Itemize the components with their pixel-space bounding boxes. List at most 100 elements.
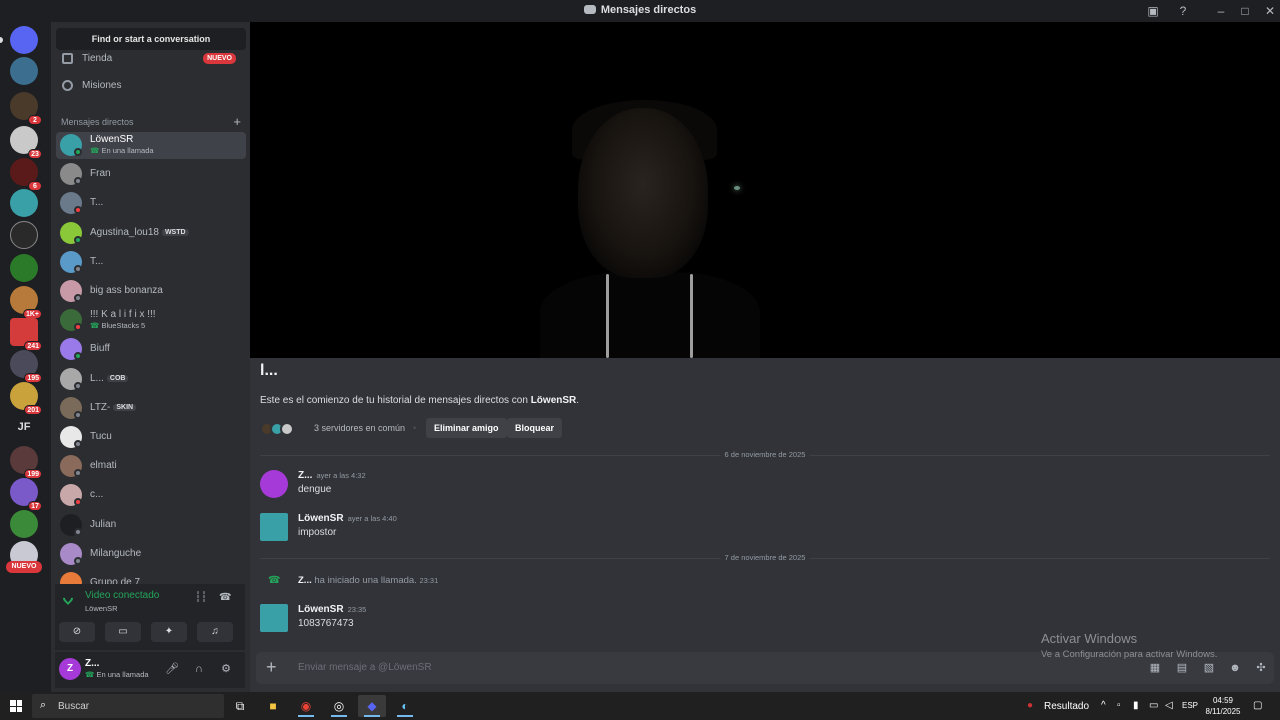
server-icon[interactable]: 1K+ bbox=[10, 286, 42, 319]
user-name[interactable]: Z... bbox=[85, 658, 99, 669]
server-icon[interactable]: 17 bbox=[10, 478, 42, 511]
mutual-servers[interactable]: 3 servidores en común • bbox=[260, 420, 416, 438]
headphones-icon[interactable]: ∩ bbox=[192, 662, 206, 676]
soundboard-icon[interactable]: ♫ bbox=[197, 622, 233, 642]
app-tray-icon[interactable]: ● bbox=[1027, 700, 1033, 711]
windows-start-icon[interactable] bbox=[10, 700, 22, 712]
dm-item[interactable]: T... bbox=[56, 249, 246, 276]
activity-icon: ☎ bbox=[90, 321, 102, 331]
voice-status[interactable]: Video conectado bbox=[85, 590, 159, 601]
add-attachment-icon[interactable]: + bbox=[266, 657, 277, 678]
screen-share-icon[interactable]: ▭ bbox=[105, 622, 141, 642]
result-label[interactable]: Resultado bbox=[1044, 701, 1089, 712]
noise-suppression-icon[interactable]: ┆┆ bbox=[195, 592, 207, 604]
video-stream[interactable] bbox=[250, 22, 1280, 358]
microphone-icon[interactable]: 🎤︎ bbox=[165, 662, 179, 676]
task-view-icon[interactable]: ⧉ bbox=[226, 695, 254, 717]
chrome-icon[interactable]: ◉ bbox=[292, 695, 320, 717]
gif-icon[interactable]: ▤ bbox=[1175, 661, 1189, 675]
message-author[interactable]: Z... bbox=[298, 470, 312, 481]
steam-icon[interactable]: ◐ bbox=[391, 695, 419, 717]
status-indicator bbox=[74, 148, 82, 156]
activities-icon[interactable]: ✦ bbox=[151, 622, 187, 642]
dm-activity: ☎ En una llamada bbox=[90, 146, 154, 155]
create-dm-icon[interactable]: + bbox=[233, 114, 241, 129]
apps-icon[interactable]: ✣ bbox=[1254, 661, 1268, 675]
network-icon[interactable]: ▭ bbox=[1149, 700, 1158, 711]
camera-off-icon[interactable]: ⊘ bbox=[59, 622, 95, 642]
taskbar-search[interactable]: ⌕ Buscar bbox=[32, 694, 224, 718]
settings-icon[interactable]: ⚙ bbox=[219, 662, 233, 676]
volume-icon[interactable]: ◁ bbox=[1165, 700, 1173, 711]
file-explorer-icon[interactable]: ■ bbox=[259, 695, 287, 717]
message-body: impostor bbox=[298, 527, 337, 538]
notifications-icon[interactable]: ▢ bbox=[1253, 700, 1262, 711]
clock[interactable]: 04:59 8/11/2025 bbox=[1200, 695, 1246, 717]
nav-quests[interactable]: Misiones bbox=[56, 75, 246, 97]
server-icon[interactable] bbox=[10, 189, 38, 217]
dm-item[interactable]: Julian bbox=[56, 512, 246, 539]
language-indicator[interactable]: ESP bbox=[1182, 701, 1198, 710]
server-icon[interactable]: 195 bbox=[10, 350, 42, 383]
sticker-icon[interactable]: ▧ bbox=[1202, 661, 1216, 675]
dm-item[interactable]: T... bbox=[56, 190, 246, 217]
minimize-icon[interactable]: – bbox=[1213, 3, 1229, 19]
server-icon[interactable] bbox=[10, 57, 38, 85]
status-indicator bbox=[74, 352, 82, 361]
disconnect-icon[interactable]: ☎ bbox=[219, 592, 231, 604]
dm-item[interactable]: c... bbox=[56, 482, 246, 509]
server-icon[interactable]: 23 bbox=[10, 126, 42, 159]
server-icon[interactable]: 2 bbox=[10, 92, 42, 125]
message-author[interactable]: LöwenSR bbox=[298, 513, 344, 524]
dm-name-row: L... COB bbox=[90, 373, 129, 384]
avatar[interactable] bbox=[260, 513, 288, 541]
server-icon[interactable] bbox=[10, 221, 38, 249]
dm-item[interactable]: big ass bonanza bbox=[56, 278, 246, 305]
block-button[interactable]: Bloquear bbox=[507, 418, 563, 438]
discord-icon[interactable]: ◆ bbox=[358, 695, 386, 717]
dm-name: elmati bbox=[90, 460, 117, 472]
remove-friend-button[interactable]: Eliminar amigo bbox=[426, 418, 507, 438]
hoodie-string bbox=[606, 274, 609, 358]
maximize-icon[interactable]: □ bbox=[1237, 3, 1253, 19]
close-icon[interactable]: ✕ bbox=[1262, 3, 1278, 19]
nav-shop[interactable]: Tienda NUEVO bbox=[56, 48, 246, 70]
voice-user[interactable]: LöwenSR bbox=[85, 604, 118, 613]
avatar[interactable] bbox=[260, 470, 288, 498]
avatar[interactable]: Z bbox=[59, 658, 81, 680]
help-icon[interactable]: ? bbox=[1175, 3, 1191, 19]
dm-item[interactable]: LTZ- SKIN bbox=[56, 395, 246, 422]
server-icon[interactable] bbox=[10, 510, 38, 538]
server-icon[interactable]: JF bbox=[10, 413, 38, 441]
dm-item[interactable]: Milanguche bbox=[56, 541, 246, 568]
dm-item[interactable]: !!! K a l i f i x !!! ☎ BlueStacks 5 bbox=[56, 307, 246, 334]
message-author[interactable]: LöwenSR bbox=[298, 604, 344, 615]
dm-item[interactable]: LöwenSR ☎ En una llamada bbox=[56, 132, 246, 159]
dm-name: Milanguche bbox=[90, 547, 142, 559]
avatar[interactable] bbox=[260, 604, 288, 632]
discord-home-icon[interactable] bbox=[0, 26, 38, 54]
server-tag-badge: COB bbox=[106, 374, 129, 382]
server-icon[interactable]: 199 bbox=[10, 446, 42, 479]
server-icon[interactable] bbox=[10, 254, 38, 282]
server-icon[interactable]: 6 bbox=[10, 158, 42, 191]
dm-item[interactable]: elmati bbox=[56, 453, 246, 480]
dm-item[interactable]: Agustina_lou18 WSTD bbox=[56, 220, 246, 247]
emoji-icon[interactable]: ☻ bbox=[1228, 661, 1242, 675]
dm-item[interactable]: L... COB bbox=[56, 366, 246, 393]
app-icon[interactable]: ◎ bbox=[325, 695, 353, 717]
microphone-icon[interactable]: ▮ bbox=[1133, 700, 1139, 711]
inbox-icon[interactable]: ▣ bbox=[1145, 3, 1161, 19]
tray-icon[interactable]: ▫ bbox=[1117, 700, 1121, 711]
show-hidden-icons-icon[interactable]: ^ bbox=[1101, 700, 1106, 711]
status-indicator bbox=[74, 498, 82, 507]
search-button[interactable]: Find or start a conversation bbox=[56, 28, 246, 50]
dm-item[interactable]: Tucu bbox=[56, 424, 246, 451]
dm-item[interactable]: Fran bbox=[56, 161, 246, 188]
server-icon[interactable]: 241 bbox=[10, 318, 42, 351]
dm-item[interactable]: Biuff bbox=[56, 336, 246, 363]
message-input[interactable]: Enviar mensaje a @LöwenSR bbox=[298, 662, 432, 673]
new-badge: NUEVO bbox=[203, 53, 236, 64]
server-icon[interactable]: 201 bbox=[10, 382, 42, 415]
gift-icon[interactable]: ▦ bbox=[1148, 661, 1162, 675]
